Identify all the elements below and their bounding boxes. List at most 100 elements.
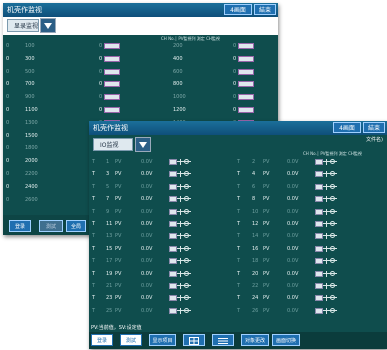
back-list-row: 0 100 0 200 0 — [3, 42, 278, 51]
front-dropdown-arrow-icon[interactable] — [135, 137, 151, 152]
row-value-b: 1000 — [173, 94, 186, 101]
channel-relay-icon-right[interactable] — [315, 159, 337, 165]
channel-relay-icon-right[interactable] — [315, 283, 337, 289]
channel-relay-icon-right[interactable] — [315, 258, 337, 265]
channel-relay-icon-left[interactable] — [169, 171, 191, 178]
front-layout-b-button[interactable] — [212, 334, 234, 346]
pv-tag-right: PV — [263, 283, 270, 289]
channel-number-left: 23 — [106, 295, 113, 302]
row-indicator-a — [104, 68, 120, 75]
channel-relay-icon-left[interactable] — [169, 183, 191, 190]
channel-relay-icon-left[interactable] — [169, 196, 191, 203]
channel-row: T 9 PV 0.0V T 10 PV 0.0V — [89, 207, 387, 217]
row-value: 2400 — [25, 183, 38, 190]
row-channel: 0 — [6, 119, 10, 126]
row-indicator-b — [238, 68, 254, 75]
front-display-items-button[interactable]: 显示项目 — [149, 334, 176, 346]
row-value: 300 — [25, 55, 35, 62]
pv-tag-left: PV — [115, 307, 122, 314]
channel-voltage-right: 0.0V — [287, 171, 299, 178]
back-mode-select[interactable]: 显录监视 — [7, 19, 39, 32]
channel-number-right: 12 — [252, 221, 259, 227]
channel-relay-icon-left[interactable] — [169, 159, 191, 165]
channel-relay-icon-right[interactable] — [315, 307, 337, 314]
channel-type-right: T — [237, 233, 241, 240]
back-end-button[interactable]: 結束 — [254, 4, 276, 15]
channel-number-left: 11 — [106, 221, 113, 227]
channel-relay-icon-right[interactable] — [315, 270, 337, 277]
channel-number-right: 4 — [252, 171, 256, 178]
channel-relay-icon-left[interactable] — [169, 208, 191, 215]
pv-tag-left: PV — [115, 245, 122, 252]
channel-relay-icon-right[interactable] — [315, 171, 337, 178]
channel-relay-icon-right[interactable] — [315, 208, 337, 215]
channel-relay-icon-left[interactable] — [169, 307, 191, 314]
channel-relay-icon-right[interactable] — [315, 221, 337, 227]
channel-type-right: T — [237, 183, 241, 190]
channel-number-left: 17 — [106, 258, 113, 265]
channel-type-right: T — [237, 307, 241, 314]
channel-relay-icon-right[interactable] — [315, 196, 337, 203]
front-test-button[interactable]: 測試 — [120, 334, 142, 346]
channel-voltage-left: 0.0V — [141, 196, 153, 203]
row-value-b: 800 — [173, 81, 183, 88]
row-indicator-a — [104, 107, 120, 113]
back-test-button[interactable]: 測試 — [39, 220, 63, 232]
channel-relay-icon-right[interactable] — [315, 295, 337, 302]
channel-voltage-right: 0.0V — [287, 196, 299, 203]
row-slot-b: 0 — [233, 43, 237, 49]
channel-voltage-right: 0.0V — [287, 233, 299, 240]
channel-voltage-left: 0.0V — [141, 270, 153, 277]
channel-number-left: 25 — [106, 307, 113, 314]
row-slot-b: 0 — [233, 107, 237, 113]
channel-relay-icon-left[interactable] — [169, 258, 191, 265]
row-slot-a: 0 — [99, 43, 103, 49]
pv-tag-left: PV — [115, 183, 122, 190]
front-switch-screen-button[interactable]: 画面切换 — [272, 334, 300, 346]
channel-type-right: T — [237, 283, 241, 289]
channel-relay-icon-right[interactable] — [315, 183, 337, 190]
row-channel: 0 — [6, 196, 10, 203]
front-login-button[interactable]: 登录 — [91, 334, 113, 346]
channel-row: T 21 PV 0.0V T 22 PV 0.0V — [89, 281, 387, 291]
row-value: 2000 — [25, 158, 38, 165]
channel-voltage-right: 0.0V — [287, 221, 299, 227]
channel-relay-icon-left[interactable] — [169, 221, 191, 227]
channel-relay-icon-right[interactable] — [315, 245, 337, 252]
channel-number-right: 10 — [252, 208, 259, 215]
pv-tag-left: PV — [115, 258, 122, 265]
front-layout-a-button[interactable] — [183, 334, 205, 346]
pv-tag-left: PV — [115, 221, 122, 227]
channel-voltage-left: 0.0V — [141, 307, 153, 314]
channel-number-right: 24 — [252, 295, 259, 302]
front-end-button[interactable]: 結束 — [363, 122, 385, 133]
channel-voltage-left: 0.0V — [141, 295, 153, 302]
row-indicator-b — [238, 81, 254, 88]
row-value: 1800 — [25, 145, 38, 152]
channel-relay-icon-left[interactable] — [169, 283, 191, 289]
channel-number-left: 15 — [106, 245, 113, 252]
pv-tag-left: PV — [115, 233, 122, 240]
back-screen4-button[interactable]: 4画面 — [224, 4, 252, 15]
row-channel: 0 — [6, 55, 10, 62]
channel-type-right: T — [237, 245, 241, 252]
channel-relay-icon-right[interactable] — [315, 233, 337, 240]
front-change-target-button[interactable]: 对象更改 — [241, 334, 269, 346]
front-screen4-button[interactable]: 4画面 — [333, 122, 361, 133]
channel-relay-icon-left[interactable] — [169, 245, 191, 252]
channel-type-left: T — [92, 258, 96, 265]
front-mode-select[interactable]: IO监视 — [93, 138, 133, 151]
pv-tag-right: PV — [263, 245, 270, 252]
channel-relay-icon-left[interactable] — [169, 270, 191, 277]
front-channel-list: T 1 PV 0.0V T 2 PV 0.0V T 3 PV 0.0V T 4 PV 0.0V T 5 PV 0.0V… — [89, 157, 387, 314]
row-value: 900 — [25, 94, 35, 101]
back-all-button[interactable]: 全局 — [66, 220, 86, 232]
channel-voltage-left: 0.0V — [141, 233, 153, 240]
channel-relay-icon-left[interactable] — [169, 233, 191, 240]
channel-relay-icon-left[interactable] — [169, 295, 191, 302]
back-dropdown-arrow-icon[interactable] — [40, 18, 56, 33]
channel-voltage-left: 0.0V — [141, 245, 153, 252]
back-login-button[interactable]: 登录 — [9, 220, 31, 232]
channel-number-left: 13 — [106, 233, 113, 240]
row-indicator-b — [238, 55, 254, 62]
